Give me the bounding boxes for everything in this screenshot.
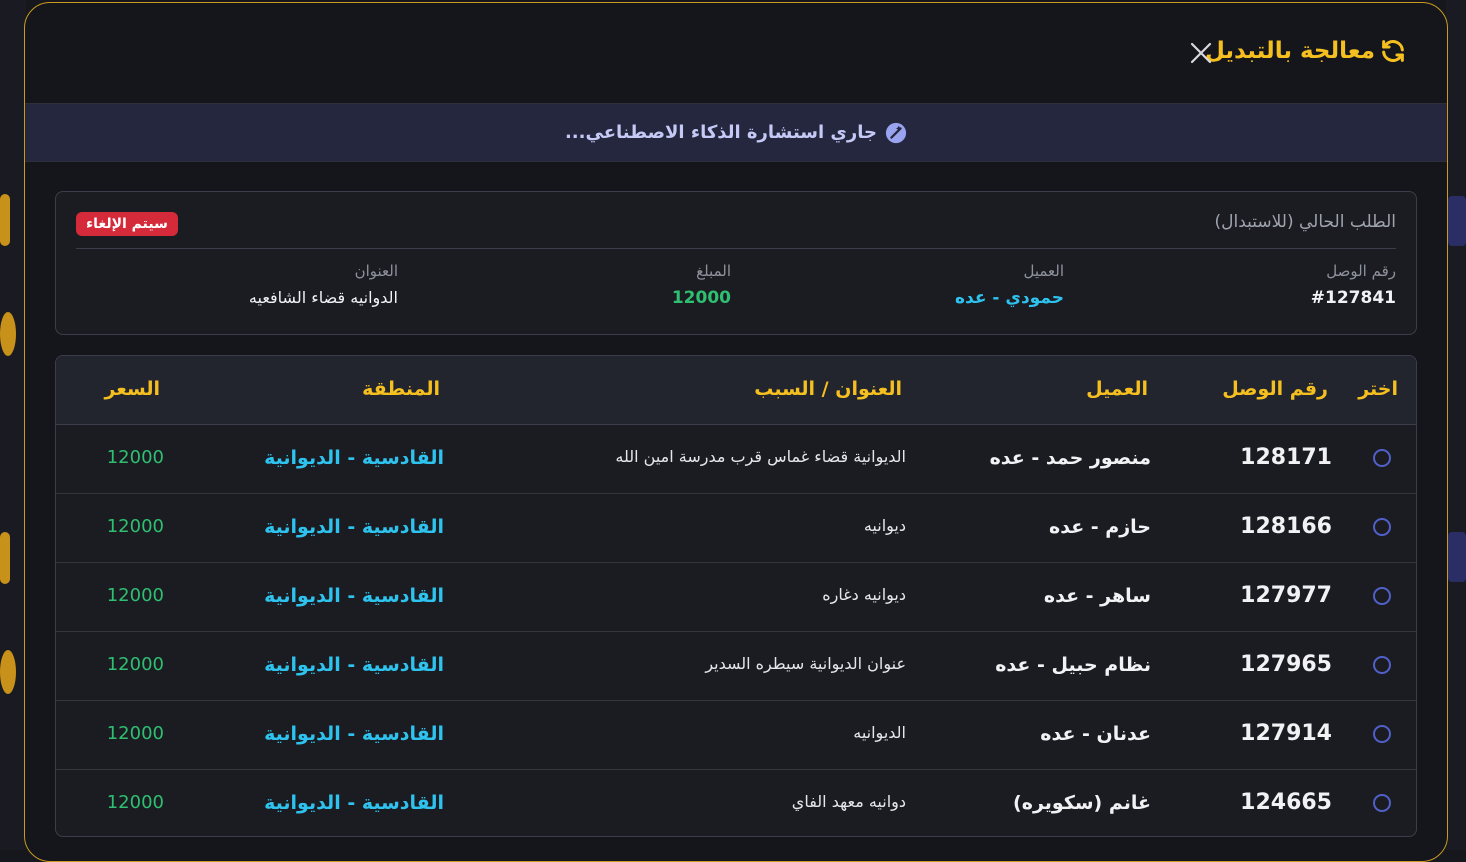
header-select: اختر xyxy=(1358,378,1398,400)
header-price: السعر xyxy=(104,378,160,400)
row-region: القادسية - الديوانية xyxy=(264,447,444,469)
row-waybill: 128166 xyxy=(1240,514,1332,539)
current-client-value: حمودي - عده xyxy=(955,288,1064,308)
modal-header: معالجة بالتبديل xyxy=(25,3,1447,104)
current-order-card: الطلب الحالي (للاستبدال) سيتم الإلغاء رق… xyxy=(55,191,1417,335)
row-address: دوانيه معهد الفاي xyxy=(791,792,906,811)
row-address: ديوانيه xyxy=(863,516,906,535)
row-region: القادسية - الديوانية xyxy=(264,516,444,538)
current-waybill-field: رقم الوصل #127841 xyxy=(1311,262,1396,308)
select-radio[interactable] xyxy=(1373,449,1391,467)
row-client: عدنان - عده xyxy=(1040,723,1151,745)
table-row[interactable]: 127965 نظام حبيل - عده عنوان الديوانية س… xyxy=(56,632,1416,701)
row-address: عنوان الديوانية سيطره السدير xyxy=(705,654,906,673)
row-address: ديوانيه دغاره xyxy=(822,585,906,604)
current-amount-label: المبلغ xyxy=(696,262,731,280)
header-client: العميل xyxy=(1086,378,1148,400)
candidates-table: اختر رقم الوصل العميل العنوان / السبب ال… xyxy=(55,355,1417,837)
row-region: القادسية - الديوانية xyxy=(264,723,444,745)
current-amount-field: المبلغ 12000 xyxy=(672,262,731,308)
select-radio[interactable] xyxy=(1373,725,1391,743)
background-button xyxy=(0,532,10,584)
divider xyxy=(76,248,1396,249)
select-radio[interactable] xyxy=(1373,656,1391,674)
modal-title: معالجة بالتبديل xyxy=(1204,38,1375,64)
header-waybill: رقم الوصل xyxy=(1222,378,1328,400)
ai-status-text: جاري استشارة الذكاء الاصطناعي... xyxy=(564,122,878,143)
row-address: الديوانيه xyxy=(853,723,906,742)
table-row[interactable]: 127914 عدنان - عده الديوانيه القادسية - … xyxy=(56,701,1416,770)
row-price: 12000 xyxy=(106,654,164,675)
table-row[interactable]: 128171 منصور حمد - عده الديوانية قضاء غم… xyxy=(56,425,1416,494)
current-address-value: الدوانيه قضاء الشافعيه xyxy=(248,288,398,307)
current-address-field: العنوان الدوانيه قضاء الشافعيه xyxy=(249,262,398,307)
row-region: القادسية - الديوانية xyxy=(264,792,444,814)
current-waybill-label: رقم الوصل xyxy=(1326,262,1396,280)
modal-title-group: معالجة بالتبديل xyxy=(1205,37,1407,65)
current-amount-value: 12000 xyxy=(671,288,731,308)
row-price: 12000 xyxy=(106,792,164,813)
ai-status-banner: جاري استشارة الذكاء الاصطناعي... xyxy=(25,104,1447,162)
row-price: 12000 xyxy=(106,516,164,537)
current-client-field: العميل حمودي - عده xyxy=(955,262,1064,308)
row-client: غانم (سكويره) xyxy=(1013,792,1151,814)
table-row[interactable]: 128166 حازم - عده ديوانيه القادسية - الد… xyxy=(56,494,1416,563)
row-price: 12000 xyxy=(106,723,164,744)
background-button xyxy=(1448,532,1466,582)
row-waybill: 128171 xyxy=(1240,445,1332,470)
table-row[interactable]: 127977 ساهر - عده ديوانيه دغاره القادسية… xyxy=(56,563,1416,632)
row-waybill: 124665 xyxy=(1240,790,1332,815)
background-button xyxy=(0,194,10,246)
row-client: حازم - عده xyxy=(1049,516,1151,538)
current-waybill-value: #127841 xyxy=(1310,288,1396,308)
row-price: 12000 xyxy=(106,585,164,606)
background-page-right xyxy=(1446,0,1466,850)
header-region: المنطقة xyxy=(362,378,440,400)
current-order-heading: الطلب الحالي (للاستبدال) xyxy=(1214,212,1396,232)
row-price: 12000 xyxy=(106,447,164,468)
close-icon[interactable] xyxy=(1189,41,1213,65)
background-button xyxy=(1448,196,1466,246)
current-client-label: العميل xyxy=(1023,262,1064,280)
select-radio[interactable] xyxy=(1373,794,1391,812)
background-button xyxy=(0,312,16,356)
current-address-label: العنوان xyxy=(354,262,398,280)
select-radio[interactable] xyxy=(1373,587,1391,605)
background-button xyxy=(0,650,16,694)
row-address: الديوانية قضاء غماس قرب مدرسة امين الله xyxy=(615,447,906,466)
row-client: نظام حبيل - عده xyxy=(995,654,1151,676)
swap-modal: معالجة بالتبديل جاري استشارة الذكاء الاص… xyxy=(24,2,1448,862)
row-waybill: 127914 xyxy=(1240,721,1332,746)
row-region: القادسية - الديوانية xyxy=(264,585,444,607)
row-client: منصور حمد - عده xyxy=(989,447,1151,469)
row-region: القادسية - الديوانية xyxy=(264,654,444,676)
row-waybill: 127977 xyxy=(1240,583,1332,608)
header-address: العنوان / السبب xyxy=(754,378,902,400)
cancel-badge: سيتم الإلغاء xyxy=(76,212,178,236)
select-radio[interactable] xyxy=(1373,518,1391,536)
row-waybill: 127965 xyxy=(1240,652,1332,677)
magic-icon xyxy=(885,122,907,143)
table-row[interactable]: 124665 غانم (سكويره) دوانيه معهد الفاي ا… xyxy=(56,770,1416,836)
row-client: ساهر - عده xyxy=(1043,585,1151,607)
refresh-icon xyxy=(1382,40,1404,62)
table-header: اختر رقم الوصل العميل العنوان / السبب ال… xyxy=(56,356,1416,425)
background-page-left xyxy=(0,0,26,850)
